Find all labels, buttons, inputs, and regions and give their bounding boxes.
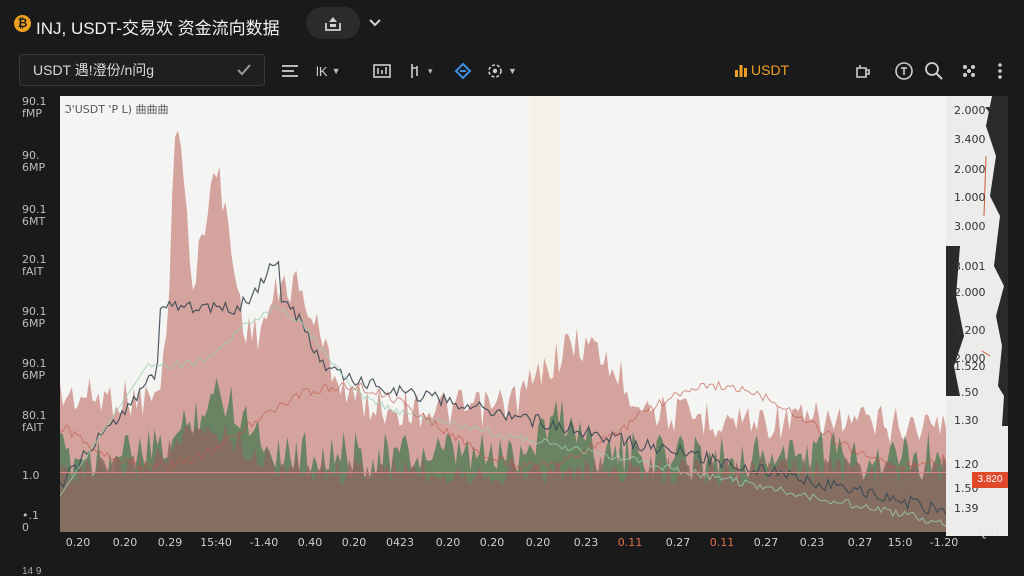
x-axis-label: 0423 <box>386 536 414 549</box>
caret-down-icon <box>985 107 993 112</box>
search-icon <box>925 62 943 80</box>
symbol-select-value: USDT 遇!澄份/n问g <box>33 62 155 78</box>
y-axis-label: 80.1 fAIT <box>22 409 47 434</box>
y-axis-label: 90.1 6MP <box>22 305 47 330</box>
interval-label: lK <box>316 63 328 79</box>
x-axis-label: 0.23 <box>799 536 825 549</box>
right-axis-label: 1.000 <box>954 191 986 204</box>
right-axis-label: 2.000 <box>954 163 986 176</box>
y-axis-label: 90.1 fMP <box>22 95 47 120</box>
bottom-note: 14 9 <box>22 566 42 576</box>
flow-chart <box>59 96 947 532</box>
settings-icon <box>488 64 502 78</box>
usdt-label: USDT <box>751 62 790 78</box>
cup-button[interactable] <box>854 60 872 82</box>
chart-type-icon <box>373 64 391 78</box>
timer-button[interactable] <box>894 60 914 82</box>
compare-icon <box>454 62 472 80</box>
caret-down-icon: ▾ <box>428 65 433 76</box>
cup-icon <box>856 65 870 78</box>
x-axis-label: 15:40 <box>200 536 232 549</box>
x-axis-label: 0.20 <box>341 536 367 549</box>
layout-button[interactable] <box>960 60 978 82</box>
menu-lines-icon <box>282 65 298 77</box>
right-axis-label: 1.39 <box>954 502 979 515</box>
title-bar: ₿ INJ, USDT-交易欢 资金流向数据 <box>0 0 1024 50</box>
symbol-select[interactable]: USDT 遇!澄份/n问g <box>19 54 265 86</box>
x-axis: 0.20 0.20 0.29 15:40 -1.40 0.40 0.20 0423 0.20 0.… <box>60 534 966 552</box>
axis-corner-label[interactable]: Q.U <box>978 525 999 539</box>
right-axis-label: 3.000 <box>954 220 986 233</box>
right-axis-label: 2.000 <box>954 286 986 299</box>
usdt-indicator[interactable]: USDT <box>734 62 789 78</box>
x-axis-label: 0.20 <box>479 536 505 549</box>
x-axis-label: 0.20 <box>112 536 138 549</box>
right-axis-label: 1.520 <box>954 360 986 373</box>
y-axis-label: 90. 6MP <box>22 149 46 174</box>
menu-button[interactable] <box>280 60 300 82</box>
x-axis-label: 0.20 <box>65 536 91 549</box>
timer-icon <box>895 62 913 80</box>
y-axis-label: 1.0 <box>22 469 40 482</box>
right-axis-label: 2.000 <box>954 104 986 117</box>
coin-icon: ₿ <box>14 15 31 32</box>
layout-icon <box>963 65 975 77</box>
title-dropdown-button[interactable] <box>364 10 386 36</box>
x-axis-label: 0.20 <box>525 536 551 549</box>
x-axis-label: 0.27 <box>665 536 691 549</box>
right-axis-label: 2.200 <box>954 324 986 337</box>
chart-plot-area[interactable] <box>59 96 947 532</box>
chart-toolbar: USDT 遇!澄份/n问g lK ▼ ▾ ▼ USDT <box>0 50 1024 94</box>
more-icon <box>998 63 1002 79</box>
y-axis-label: 20.1 fAIT <box>22 253 47 278</box>
current-price-tag: 3.820 <box>972 472 1008 488</box>
search-button[interactable] <box>924 60 944 82</box>
current-price-line <box>60 472 946 473</box>
x-axis-label: 0.11 <box>617 536 643 549</box>
interval-select[interactable]: lK ▼ <box>316 60 340 82</box>
share-icon <box>325 17 341 31</box>
page-title: INJ, USDT-交易欢 资金流向数据 <box>36 19 280 38</box>
x-axis-label: 0.29 <box>157 536 183 549</box>
right-axis-label: 1.50 <box>954 386 979 399</box>
right-axis-label: 3.001 <box>954 260 986 273</box>
caret-down-icon: ▼ <box>331 66 341 76</box>
chevron-down-icon <box>369 19 381 27</box>
right-axis-label: 1.20 <box>954 458 979 471</box>
y-axis-label: 90.1 6MP <box>22 357 47 382</box>
bar-chart-icon <box>735 65 747 77</box>
x-axis-label: 0.27 <box>753 536 779 549</box>
x-axis-label: 0.40 <box>297 536 323 549</box>
y-axis-label: •.1 0 <box>22 509 39 534</box>
y-axis-label: 90.1 6MT <box>22 203 47 228</box>
x-axis-label: -1.20 <box>929 536 959 549</box>
x-axis-label: 15:0 <box>887 536 913 549</box>
settings-button[interactable]: ▼ <box>486 60 517 82</box>
more-button[interactable] <box>996 60 1004 82</box>
x-axis-label: 0.27 <box>847 536 873 549</box>
indicator-icon <box>411 64 418 78</box>
x-axis-label: 0.11 <box>709 536 735 549</box>
check-icon <box>237 64 251 76</box>
right-y-axis: 2.000 3.400 2.000 1.000 3.000 3.001 2.00… <box>946 96 1008 536</box>
right-axis-label: 3.400 <box>954 133 986 146</box>
indicator-button[interactable]: ▾ <box>408 60 433 82</box>
chart-legend: ℑ'USDT 'P L) 曲曲曲 <box>64 103 169 116</box>
left-y-axis: 90.1 fMP 90. 6MP 90.1 6MT 20.1 fAIT 90.1… <box>0 94 60 534</box>
right-axis-label: 1.30 <box>954 414 979 427</box>
x-axis-label: 0.23 <box>573 536 599 549</box>
share-button[interactable] <box>306 7 360 39</box>
compare-button[interactable] <box>454 60 472 82</box>
x-axis-label: -1.40 <box>249 536 279 549</box>
caret-down-icon: ▼ <box>508 66 517 76</box>
chart-type-button[interactable] <box>372 60 392 82</box>
x-axis-label: 0.20 <box>435 536 461 549</box>
